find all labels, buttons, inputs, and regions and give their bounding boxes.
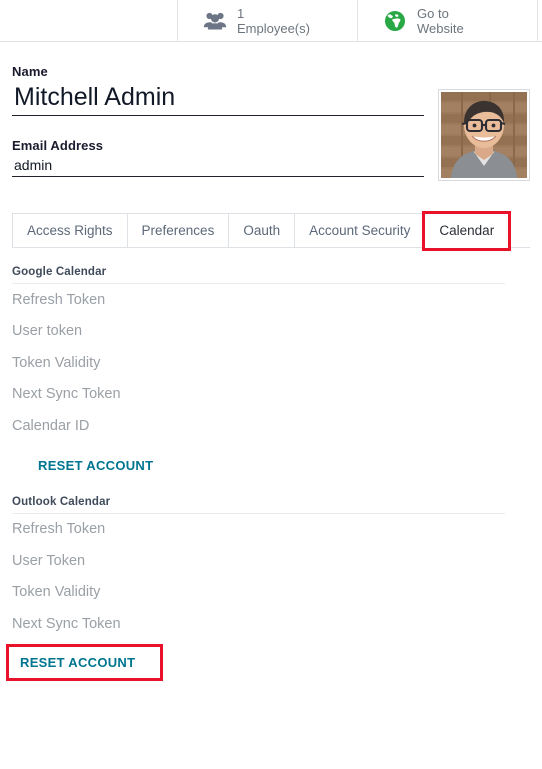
google-next-sync-token-row[interactable]: Next Sync Token xyxy=(12,379,530,411)
stat-label: Website xyxy=(417,20,464,36)
google-token-validity-row[interactable]: Token Validity xyxy=(12,347,530,379)
google-refresh-token-row[interactable]: Refresh Token xyxy=(12,284,530,316)
outlook-next-sync-token-label: Next Sync Token xyxy=(12,615,121,632)
tab-calendar[interactable]: Calendar xyxy=(424,213,510,248)
outlook-calendar-section: Outlook Calendar Refresh Token User Toke… xyxy=(6,496,530,681)
tab-preferences[interactable]: Preferences xyxy=(126,213,230,247)
outlook-next-sync-token-row[interactable]: Next Sync Token xyxy=(12,608,530,640)
tab-oauth[interactable]: Oauth xyxy=(228,213,296,247)
outlook-user-token-label: User Token xyxy=(12,552,86,569)
stat-value: Go to xyxy=(417,5,449,21)
google-calendar-id-row[interactable]: Calendar ID xyxy=(12,410,530,442)
stat-button-employees-text: 1 Employee(s) xyxy=(237,6,310,36)
tab-access-rights[interactable]: Access Rights xyxy=(12,213,128,247)
stat-button-employees[interactable]: 1 Employee(s) xyxy=(178,0,358,41)
outlook-reset-account-button[interactable]: RESET ACCOUNT xyxy=(12,649,143,676)
stat-button-website-text: Go to Website xyxy=(417,6,464,36)
google-reset-account-button[interactable]: RESET ACCOUNT xyxy=(30,452,161,479)
calendar-panel: Google Calendar Refresh Token User token… xyxy=(0,248,542,681)
google-refresh-token-label: Refresh Token xyxy=(12,291,106,308)
tab-account-security[interactable]: Account Security xyxy=(294,213,426,247)
stat-button-go-to-website[interactable]: Go to Website xyxy=(358,0,538,41)
outlook-token-validity-row[interactable]: Token Validity xyxy=(12,577,530,609)
stat-label: Employee(s) xyxy=(237,20,310,36)
email-input[interactable] xyxy=(12,157,424,177)
globe-icon xyxy=(382,8,408,34)
avatar-photo xyxy=(441,92,527,178)
google-calendar-title: Google Calendar xyxy=(12,266,505,284)
google-calendar-section: Google Calendar Refresh Token User token… xyxy=(12,266,530,479)
outlook-calendar-title: Outlook Calendar xyxy=(12,496,505,514)
outlook-token-validity-label: Token Validity xyxy=(12,584,101,601)
user-form-header: Name Email Address xyxy=(0,64,542,181)
google-next-sync-token-label: Next Sync Token xyxy=(12,386,121,403)
outlook-refresh-token-row[interactable]: Refresh Token xyxy=(12,514,530,546)
google-user-token-row[interactable]: User token xyxy=(12,316,530,348)
stat-value: 1 xyxy=(237,5,245,21)
google-token-validity-label: Token Validity xyxy=(12,354,101,371)
name-label: Name xyxy=(12,64,48,79)
google-calendar-id-label: Calendar ID xyxy=(12,417,90,434)
stat-button-bar: 1 Employee(s) Go to Website xyxy=(0,0,542,42)
name-input[interactable] xyxy=(12,83,424,116)
google-user-token-label: User token xyxy=(12,323,83,340)
outlook-reset-row: RESET ACCOUNT xyxy=(6,643,530,681)
google-reset-row: RESET ACCOUNT xyxy=(30,452,530,479)
tab-list: Access Rights Preferences Oauth Account … xyxy=(12,213,530,248)
statbar-left-spacer xyxy=(0,0,178,41)
outlook-user-token-row[interactable]: User Token xyxy=(12,545,530,577)
outlook-refresh-token-label: Refresh Token xyxy=(12,521,106,538)
tabs-container: Access Rights Preferences Oauth Account … xyxy=(0,211,542,251)
avatar[interactable] xyxy=(438,89,530,181)
users-group-icon xyxy=(202,8,228,34)
